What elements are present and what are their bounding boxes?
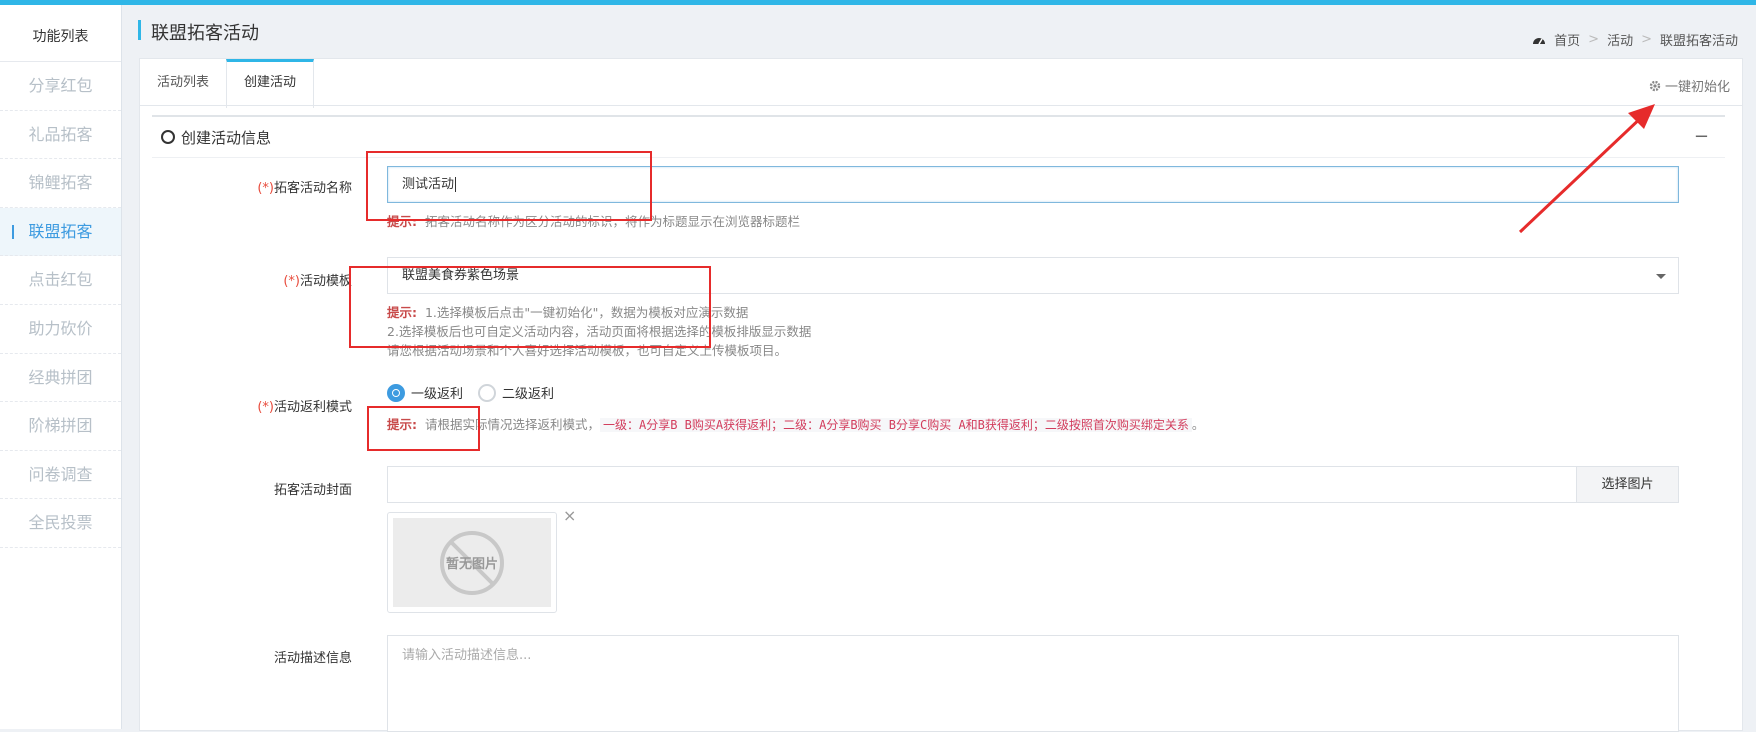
sidebar-item-bargain[interactable]: 助力砍价 (0, 305, 121, 354)
rebate-mode-hint: 提示: 请根据实际情况选择返利模式， 一级：A分享B B购买A获得返利；二级：A分… (387, 415, 1204, 435)
chevron-down-icon (1656, 274, 1666, 279)
gear-icon (1649, 80, 1661, 91)
breadcrumb-separator: > (1588, 32, 1600, 47)
page-title-marker (138, 20, 141, 40)
tab-create-activity[interactable]: 创建活动 (226, 59, 315, 108)
activity-name-input[interactable]: 测试活动 (387, 166, 1679, 203)
one-click-init-button[interactable]: 一键初始化 (1649, 76, 1730, 95)
cover-path-input[interactable] (387, 466, 1577, 503)
radio-level-two[interactable]: 二级返利 (478, 383, 554, 402)
hint-line-2: 2.选择模板后也可自定义活动内容，活动页面将根据选择的模板排版显示数据 (387, 324, 812, 339)
radio-level-one[interactable]: 一级返利 (387, 383, 463, 402)
radio-unchecked-icon (478, 383, 496, 402)
section-title: 创建活动信息 (181, 128, 272, 147)
sidebar-item-group-buy[interactable]: 经典拼团 (0, 354, 121, 403)
template-label: (*)活动模板 (152, 270, 352, 289)
cover-preview: 暂无图片 (387, 512, 557, 613)
radio-checked-icon (387, 383, 405, 402)
section-header: 创建活动信息 (152, 117, 1725, 158)
rebate-mode-label: (*)活动返利模式 (152, 396, 352, 415)
template-select[interactable]: 联盟美食券紫色场景 (387, 257, 1679, 294)
radio-level-two-label: 二级返利 (502, 387, 555, 402)
circle-icon (161, 130, 175, 144)
rebate-mode-label-text: 活动返利模式 (273, 400, 352, 415)
breadcrumb-current: 联盟拓客活动 (1659, 34, 1738, 49)
tab-bar: 活动列表 创建活动 (140, 59, 315, 108)
template-label-text: 活动模板 (299, 274, 352, 289)
description-textarea[interactable]: 请输入活动描述信息... (387, 635, 1679, 732)
template-hint: 提示: 1.选择模板后点击"一键初始化"，数据为模板对应演示数据 2.选择模板后… (387, 303, 811, 360)
choose-image-button[interactable]: 选择图片 (1576, 466, 1679, 503)
template-selected-value: 联盟美食券紫色场景 (402, 268, 520, 283)
breadcrumb: 首页 > 活动 > 联盟拓客活动 (1532, 30, 1738, 49)
activity-name-hint: 提示: 拓客活动名称作为区分活动的标识，将作为标题显示在浏览器标题栏 (387, 212, 800, 231)
no-image-text: 暂无图片 (445, 557, 498, 572)
cover-preview-inner: 暂无图片 (393, 518, 551, 607)
remove-image-icon[interactable]: × (563, 506, 576, 525)
required-mark: (*) (283, 274, 300, 289)
cover-label: 拓客活动封面 (273, 483, 352, 498)
hint-text: 拓客活动名称作为区分活动的标识，将作为标题显示在浏览器标题栏 (424, 214, 800, 229)
one-click-init-label: 一键初始化 (1664, 80, 1730, 95)
create-activity-section: 创建活动信息 − (*)拓客活动名称 测试活动 提示: 拓客活动名称作为区分活动… (152, 115, 1725, 732)
hint-text: 请根据实际情况选择返利模式， (424, 417, 600, 432)
tab-divider (140, 105, 1742, 106)
hint-prefix: 提示: (387, 305, 417, 320)
page-title: 联盟拓客活动 (151, 23, 259, 44)
activity-name-label: (*)拓客活动名称 (152, 177, 352, 196)
hint-prefix: 提示: (387, 417, 417, 432)
sidebar-item-click-redpacket[interactable]: 点击红包 (0, 256, 121, 305)
activity-name-label-text: 拓客活动名称 (273, 181, 352, 196)
hint-line-3: 请您根据活动场景和个人喜好选择活动模板，也可自定义上传模板项目。 (387, 343, 788, 358)
radio-level-one-label: 一级返利 (411, 387, 464, 402)
sidebar-title: 功能列表 (0, 5, 121, 62)
required-mark: (*) (257, 400, 274, 415)
activity-name-value: 测试活动 (402, 177, 455, 192)
sidebar-item-vote[interactable]: 全民投票 (0, 499, 121, 548)
sidebar-item-alliance[interactable]: 联盟拓客 (0, 207, 121, 257)
collapse-button[interactable]: − (1694, 126, 1709, 147)
hint-code: 一级：A分享B B购买A获得返利；二级：A分享B购买 B分享C购买 A和B获得返… (599, 418, 1192, 432)
breadcrumb-separator: > (1641, 32, 1652, 47)
description-label: 活动描述信息 (273, 651, 352, 666)
hint-end: 。 (1191, 417, 1205, 432)
required-mark: (*) (257, 181, 274, 196)
top-accent-bar (0, 0, 1756, 5)
breadcrumb-home[interactable]: 首页 (1554, 30, 1580, 49)
sidebar: 功能列表 分享红包 礼品拓客 锦鲤拓客 联盟拓客 点击红包 助力砍价 经典拼团 … (0, 5, 122, 729)
dashboard-icon (1533, 37, 1546, 44)
tab-activity-list[interactable]: 活动列表 (140, 59, 226, 105)
sidebar-item-gift[interactable]: 礼品拓客 (0, 111, 121, 160)
hint-line-1: 1.选择模板后点击"一键初始化"，数据为模板对应演示数据 (424, 305, 749, 320)
sidebar-item-tier-group[interactable]: 阶梯拼团 (0, 402, 121, 451)
sidebar-item-survey[interactable]: 问卷调查 (0, 451, 121, 500)
sidebar-item-share-redpacket[interactable]: 分享红包 (0, 62, 121, 111)
hint-prefix: 提示: (387, 214, 417, 229)
breadcrumb-activity[interactable]: 活动 (1607, 30, 1633, 49)
sidebar-item-koi[interactable]: 锦鲤拓客 (0, 159, 121, 208)
main-panel: 活动列表 创建活动 一键初始化 创建活动信息 − (*)拓客活动名称 测试活动 … (139, 58, 1743, 732)
